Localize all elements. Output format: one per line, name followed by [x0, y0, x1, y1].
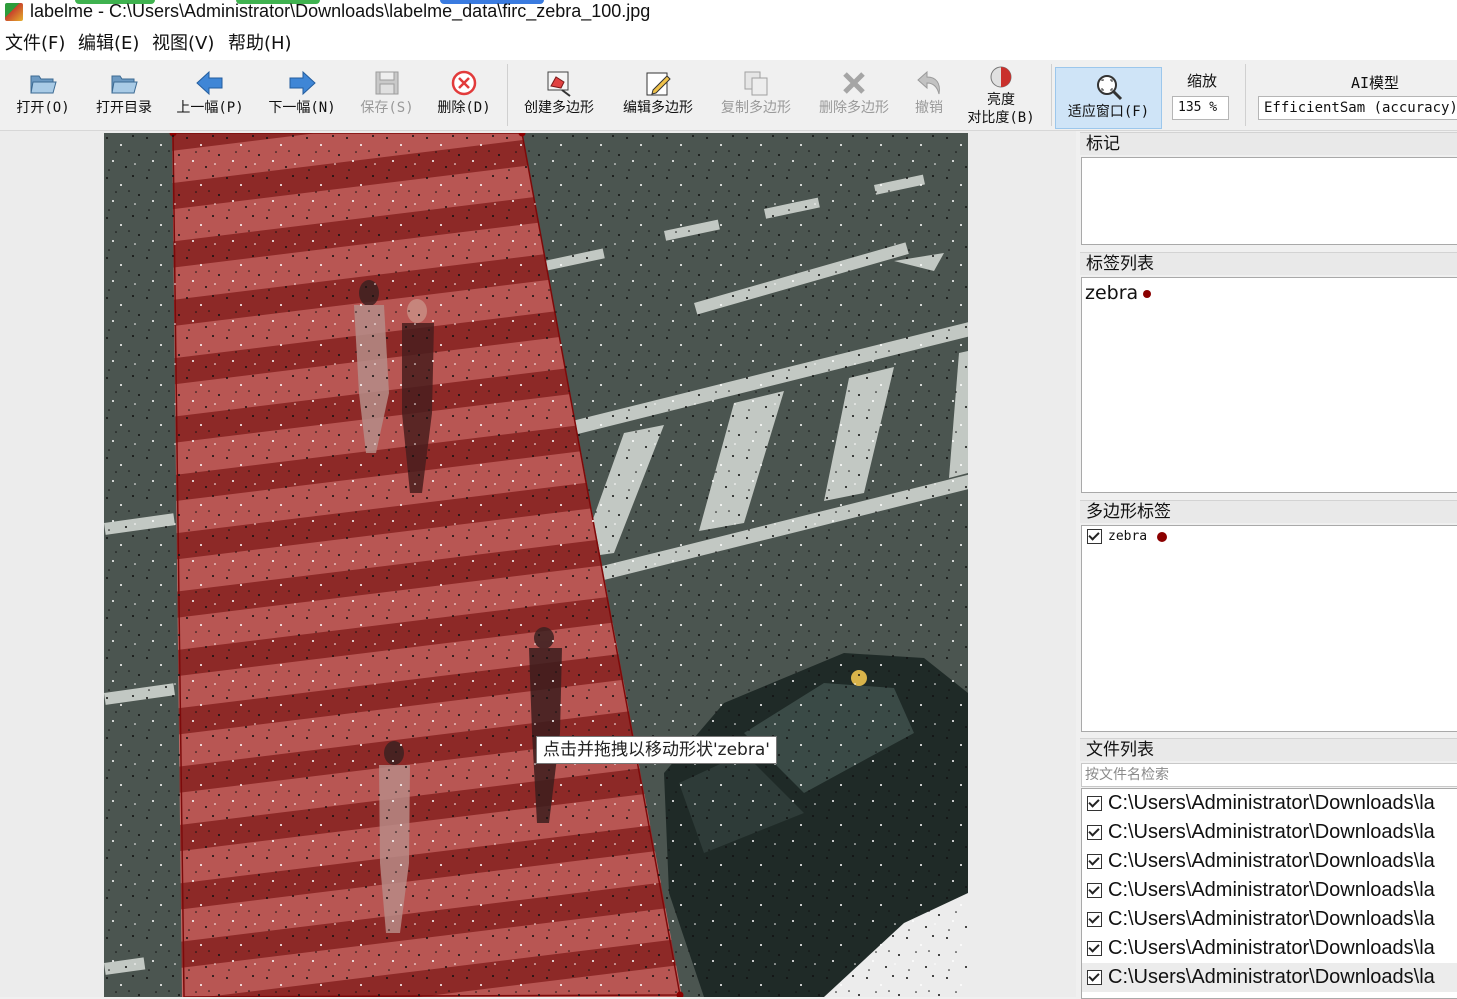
undo-arrow-icon — [917, 70, 940, 95]
street-photo — [104, 133, 968, 997]
delete-polygon-button[interactable]: 删除多边形 — [808, 60, 900, 128]
zoom-label: 缩放 — [1186, 72, 1217, 90]
shape-tooltip: 点击并拖拽以移动形状'zebra' — [536, 736, 777, 764]
toolbar-separator — [1245, 64, 1246, 126]
edit-pencil-icon — [646, 72, 671, 96]
menu-file[interactable]: 文件(F) — [5, 32, 65, 56]
checkbox-checked-icon[interactable] — [1087, 854, 1102, 870]
polygon-labels-dock: 多边形标签 zebra — [1080, 500, 1457, 734]
checkbox-checked-icon[interactable] — [1087, 941, 1102, 957]
image-canvas[interactable] — [104, 133, 968, 997]
delete-x-icon — [843, 72, 865, 94]
flags-dock: 标记 — [1080, 132, 1457, 248]
edit-polygon-button[interactable]: 编辑多边形 — [612, 60, 704, 128]
list-item[interactable]: zebra — [1082, 528, 1457, 546]
copy-polygon-button[interactable]: 复制多边形 — [710, 60, 802, 128]
delete-button[interactable]: 删除(D) — [430, 60, 498, 128]
save-button[interactable]: 保存(S) — [352, 60, 422, 128]
ai-model-label: AI模型 — [1350, 74, 1400, 92]
file-list-dock-title: 文件列表 — [1080, 738, 1457, 761]
file-list-item[interactable]: C:\Users\Administrator\Downloads\la — [1082, 818, 1457, 847]
next-image-button[interactable]: 下一幅(N) — [262, 60, 342, 128]
prev-image-button[interactable]: 上一幅(P) — [170, 60, 250, 128]
checkbox-checked-icon[interactable] — [1087, 883, 1102, 899]
file-list-item[interactable]: C:\Users\Administrator\Downloads\la — [1082, 905, 1457, 934]
file-list-dock: 文件列表 按文件名检索 C:\Users\Administrator\Downl… — [1080, 738, 1457, 999]
canvas-area[interactable]: 点击并拖拽以移动形状'zebra' — [0, 131, 1076, 997]
arrow-right-icon — [289, 70, 316, 96]
arrow-left-icon — [196, 70, 223, 96]
fit-window-button[interactable]: 适应窗口(F) — [1055, 67, 1162, 129]
flags-list[interactable] — [1081, 157, 1457, 245]
folder-open-icon — [111, 75, 138, 94]
flags-dock-title: 标记 — [1080, 132, 1457, 155]
label-color-dot — [1143, 289, 1152, 298]
label-list[interactable]: zebra — [1081, 277, 1457, 493]
menu-bar: 文件(F) 编辑(E) 视图(V) 帮助(H) — [0, 28, 1457, 60]
file-list[interactable]: C:\Users\Administrator\Downloads\la C:\U… — [1081, 788, 1457, 999]
save-disk-icon — [375, 71, 399, 95]
file-list-item[interactable]: C:\Users\Administrator\Downloads\la — [1082, 847, 1457, 876]
title-bar: labelme - C:\Users\Administrator\Downloa… — [0, 0, 1457, 28]
delete-circle-icon — [451, 70, 477, 96]
file-search-input[interactable]: 按文件名检索 — [1081, 763, 1457, 787]
file-list-item[interactable]: C:\Users\Administrator\Downloads\la — [1082, 934, 1457, 963]
open-button[interactable]: 打开(O) — [8, 60, 78, 128]
checkbox-checked-icon[interactable] — [1087, 912, 1102, 928]
toolbar: 打开(O) 打开目录 上一幅(P) 下一幅(N) 保存(S) 删除(D) 创建多… — [0, 60, 1457, 131]
checkbox-checked-icon[interactable] — [1087, 796, 1102, 812]
copy-icon — [744, 71, 768, 96]
file-list-item[interactable]: C:\Users\Administrator\Downloads\la — [1082, 876, 1457, 905]
create-polygon-icon — [547, 71, 571, 97]
folder-open-icon — [30, 75, 57, 94]
brightness-contrast-button[interactable]: 亮度 对比度(B) — [962, 60, 1040, 128]
file-list-item[interactable]: C:\Users\Administrator\Downloads\la — [1082, 789, 1457, 818]
polygon-labels-dock-title: 多边形标签 — [1080, 500, 1457, 523]
window-title: labelme - C:\Users\Administrator\Downloa… — [30, 1, 651, 21]
label-list-dock: 标签列表 zebra — [1080, 252, 1457, 496]
menu-help[interactable]: 帮助(H) — [228, 32, 292, 56]
create-polygon-button[interactable]: 创建多边形 — [514, 60, 604, 128]
list-item[interactable]: zebra — [1082, 281, 1457, 305]
polygon-labels-list[interactable]: zebra — [1081, 525, 1457, 732]
open-dir-button[interactable]: 打开目录 — [88, 60, 160, 128]
toolbar-separator — [507, 64, 508, 126]
zoom-fit-icon — [1096, 75, 1122, 101]
menu-edit[interactable]: 编辑(E) — [78, 32, 139, 56]
checkbox-checked-icon[interactable] — [1087, 970, 1102, 986]
checkbox-checked-icon[interactable] — [1087, 529, 1102, 544]
ai-model-select[interactable]: EfficientSam (accuracy) — [1258, 96, 1457, 120]
label-list-dock-title: 标签列表 — [1080, 252, 1457, 275]
zoom-spinbox[interactable]: 135 % — [1172, 96, 1229, 120]
label-color-dot — [1157, 531, 1168, 542]
brightness-contrast-icon — [990, 66, 1012, 88]
menu-view[interactable]: 视图(V) — [152, 32, 214, 56]
file-list-item-selected[interactable]: C:\Users\Administrator\Downloads\la — [1082, 963, 1457, 992]
undo-button[interactable]: 撤销 — [904, 60, 954, 128]
labelme-app-icon — [5, 3, 23, 21]
toolbar-separator — [1051, 64, 1052, 126]
checkbox-checked-icon[interactable] — [1087, 825, 1102, 841]
